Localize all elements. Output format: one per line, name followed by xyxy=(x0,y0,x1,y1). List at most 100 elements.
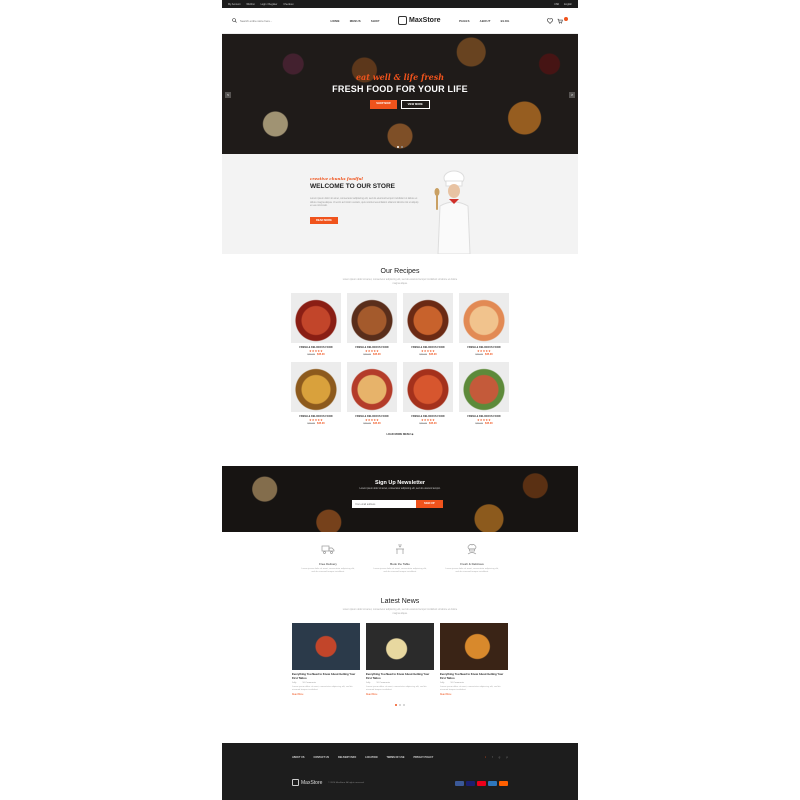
language-select[interactable]: English xyxy=(564,3,572,6)
sale-price: $45.00 xyxy=(317,353,325,356)
recipe-image[interactable] xyxy=(291,362,341,412)
search-box xyxy=(232,18,312,23)
footer-link[interactable]: DELIVERY INFO xyxy=(338,756,356,759)
news-comments[interactable]: 10 Comments xyxy=(450,682,464,684)
feature-table: Book the Table Lorem ipsum dolor sit ame… xyxy=(373,542,427,596)
news-dot[interactable] xyxy=(399,703,401,706)
read-more-link[interactable]: Read More xyxy=(292,694,360,696)
sale-price: $45.00 xyxy=(429,353,437,356)
old-price: $49.00 xyxy=(475,422,483,425)
nav-pages[interactable]: PAGES xyxy=(459,19,470,23)
news-dots xyxy=(222,703,578,706)
google-plus-icon[interactable]: g xyxy=(499,755,501,759)
facebook-icon[interactable]: f xyxy=(492,755,493,759)
news-image[interactable] xyxy=(292,623,360,670)
site-logo[interactable]: MaxStore xyxy=(398,16,441,25)
recipe-grid: FRESH & DELICIOUS FOOD ★★★★★ $49.00 $45.00 F… xyxy=(222,293,578,425)
recipe-card[interactable]: FRESH & DELICIOUS FOOD ★★★★★ $49.00 $45.00 xyxy=(459,293,509,356)
view-more-button[interactable]: VIEW MORE xyxy=(400,100,430,109)
recipe-card[interactable]: FRESH & DELICIOUS FOOD ★★★★★ $49.00 $45.00 xyxy=(403,293,453,356)
recipe-card[interactable]: FRESH & DELICIOUS FOOD ★★★★★ $49.00 $45.00 xyxy=(459,362,509,425)
old-price: $49.00 xyxy=(307,353,315,356)
news-subtitle: Lorem ipsum dolor sit amet, consectetur … xyxy=(342,608,458,615)
recipe-price: $49.00 $45.00 xyxy=(291,422,341,425)
recipe-card[interactable]: FRESH & DELICIOUS FOOD ★★★★★ $49.00 $45.00 xyxy=(403,362,453,425)
shop-now-button[interactable]: SHOP NOW xyxy=(370,100,397,109)
footer-link[interactable]: CONTACT US xyxy=(313,756,329,759)
read-more-button[interactable]: READ MORE xyxy=(310,216,338,224)
recipe-price: $49.00 $45.00 xyxy=(347,422,397,425)
recipe-image[interactable] xyxy=(459,293,509,343)
recipe-price: $49.00 $45.00 xyxy=(347,353,397,356)
recipe-card[interactable]: FRESH & DELICIOUS FOOD ★★★★★ $49.00 $45.00 xyxy=(347,293,397,356)
news-post-title[interactable]: Everything You Need to Know About Gettin… xyxy=(440,673,508,680)
news-author: Jolly xyxy=(366,682,371,685)
news-author: Jolly xyxy=(292,682,297,685)
recipes-subtitle: Lorem ipsum dolor sit amet, consectetur … xyxy=(342,278,458,285)
news-meta: Jolly 10 Comments xyxy=(366,682,434,684)
nav-about[interactable]: ABOUT xyxy=(480,19,491,23)
nav-shop[interactable]: SHOP xyxy=(371,19,380,23)
recipe-image[interactable] xyxy=(403,362,453,412)
wishlist-heart-icon[interactable] xyxy=(547,17,553,24)
sign-up-button[interactable]: SIGN UP xyxy=(416,500,443,508)
hero-buttons: SHOP NOW VIEW MORE xyxy=(222,100,578,109)
old-price: $49.00 xyxy=(307,422,315,425)
news-meta: Jolly 10 Comments xyxy=(440,682,508,684)
news-excerpt: Lorem ipsum dolor sit amet, consectetur … xyxy=(292,686,353,692)
news-dot[interactable] xyxy=(403,703,405,706)
news-excerpt: Lorem ipsum dolor sit amet, consectetur … xyxy=(366,686,427,692)
newsletter-email-input[interactable] xyxy=(352,500,416,508)
nav-blog[interactable]: BLOG xyxy=(501,19,510,23)
pinterest-icon[interactable]: p xyxy=(506,755,508,759)
read-more-link[interactable]: Read More xyxy=(440,694,508,696)
slider-prev-icon[interactable]: < xyxy=(225,92,231,98)
news-post-title[interactable]: Everything You Need to Know About Gettin… xyxy=(366,673,434,680)
top-link-account[interactable]: My Account xyxy=(228,3,240,6)
footer-link[interactable]: PRIVACY POLICY xyxy=(413,756,433,759)
slider-dot[interactable] xyxy=(397,146,399,148)
recipe-price: $49.00 $45.00 xyxy=(459,353,509,356)
slider-next-icon[interactable]: > xyxy=(569,92,575,98)
recipe-card[interactable]: FRESH & DELICIOUS FOOD ★★★★★ $49.00 $45.00 xyxy=(347,362,397,425)
logo-mark-icon xyxy=(398,16,408,25)
feature-delivery: Free Delivery Lorem ipsum dolor sit amet… xyxy=(301,542,355,596)
nav-menus[interactable]: MENUS xyxy=(350,19,361,23)
top-link-wishlist[interactable]: Wishlist xyxy=(246,3,254,6)
footer-link[interactable]: TERMS OF USE xyxy=(387,756,405,759)
search-icon[interactable] xyxy=(232,18,237,23)
news-image[interactable] xyxy=(366,623,434,670)
nav-home[interactable]: HOME xyxy=(331,19,340,23)
news-image[interactable] xyxy=(440,623,508,670)
news-comments[interactable]: 10 Comments xyxy=(302,682,316,684)
recipe-card[interactable]: FRESH & DELICIOUS FOOD ★★★★★ $49.00 $45.00 xyxy=(291,293,341,356)
welcome-script: creative chunks foodful xyxy=(310,176,363,181)
footer-logo[interactable]: MaxStore xyxy=(292,779,322,786)
recipe-card[interactable]: FRESH & DELICIOUS FOOD ★★★★★ $49.00 $45.00 xyxy=(291,362,341,425)
recipe-image[interactable] xyxy=(347,293,397,343)
currency-select[interactable]: USD xyxy=(554,3,559,6)
slider-dot[interactable] xyxy=(401,146,403,148)
search-input[interactable] xyxy=(240,18,300,23)
load-more-button[interactable]: LOAD MORE MENU ⊕ xyxy=(222,433,578,436)
mastercard-icon xyxy=(477,781,486,786)
news-comments[interactable]: 10 Comments xyxy=(376,682,390,684)
news-post-title[interactable]: Everything You Need to Know About Gettin… xyxy=(292,673,360,680)
recipe-image[interactable] xyxy=(403,293,453,343)
recipe-image[interactable] xyxy=(347,362,397,412)
top-link-checkout[interactable]: Checkout xyxy=(283,3,293,6)
old-price: $49.00 xyxy=(363,353,371,356)
footer-link[interactable]: LOCATION xyxy=(365,756,377,759)
cart-icon[interactable] xyxy=(557,18,563,24)
feature-title: Free Delivery xyxy=(319,562,337,566)
news-dot[interactable] xyxy=(395,703,397,706)
welcome-title: WELCOME TO OUR STORE xyxy=(310,183,395,190)
recipe-image[interactable] xyxy=(291,293,341,343)
footer-link[interactable]: ABOUT US xyxy=(292,756,304,759)
top-link-login[interactable]: Login / Register xyxy=(261,3,278,6)
news-author: Jolly xyxy=(440,682,445,685)
read-more-link[interactable]: Read More xyxy=(366,694,434,696)
recipe-image[interactable] xyxy=(459,362,509,412)
twitter-icon[interactable]: t xyxy=(485,755,486,759)
old-price: $49.00 xyxy=(419,422,427,425)
